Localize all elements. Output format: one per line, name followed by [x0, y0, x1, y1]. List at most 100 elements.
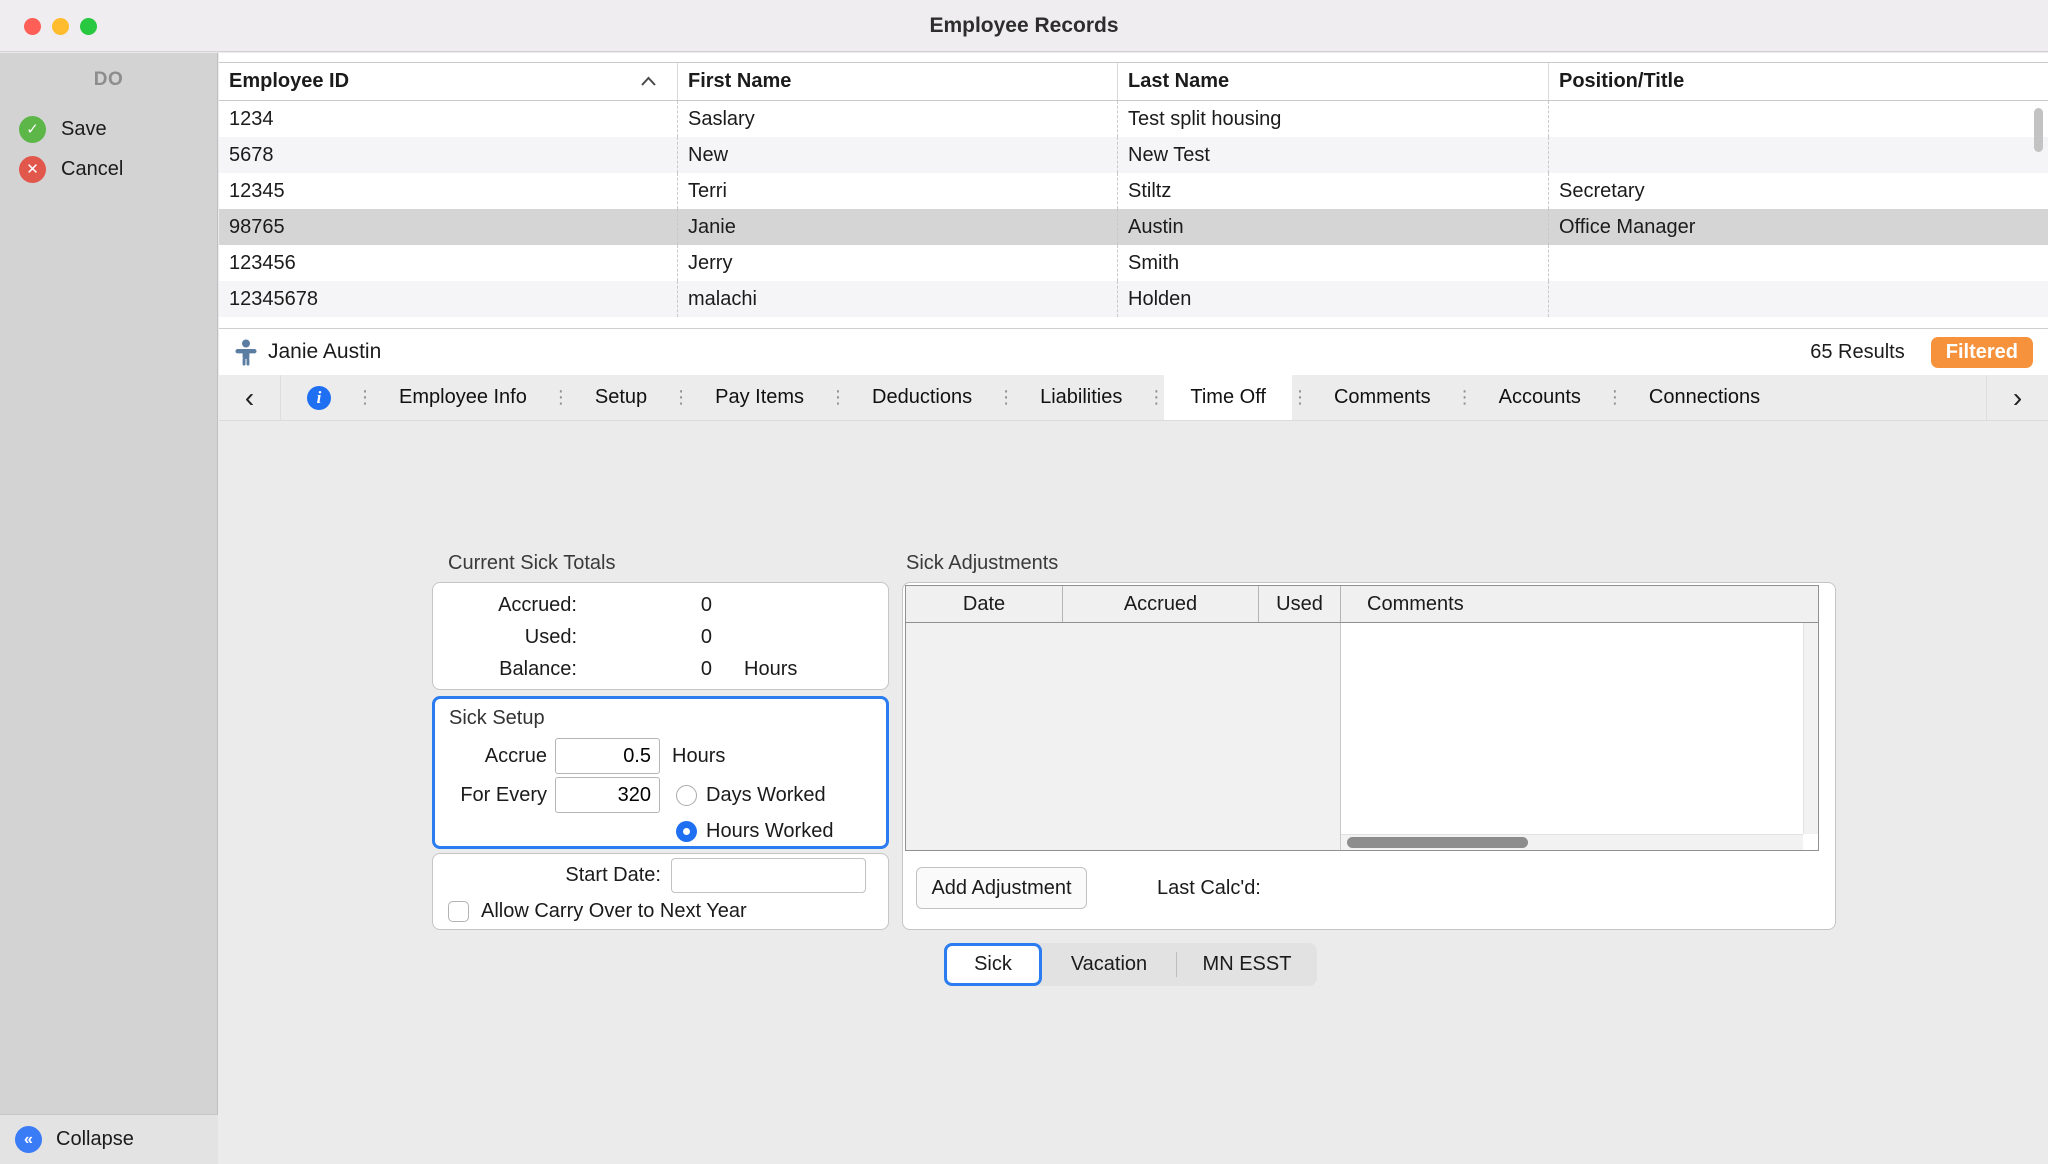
cancel-x-icon: ✕	[19, 155, 46, 183]
cancel-label: Cancel	[61, 157, 124, 180]
add-adjustment-button[interactable]: Add Adjustment	[916, 867, 1087, 909]
adjustments-column-comments: Comments	[1367, 592, 1464, 615]
totals-unit: Hours	[744, 657, 798, 680]
for-every-input[interactable]	[555, 777, 660, 813]
tab-handle-icon[interactable]: ⋮	[672, 375, 690, 420]
table-row[interactable]: 123456 Jerry Smith	[219, 245, 2048, 281]
table-cell: Saslary	[678, 101, 1118, 137]
totals-label: Used:	[524, 625, 577, 648]
minimize-window-button[interactable]	[52, 18, 69, 35]
tab-accounts[interactable]: Accounts	[1473, 375, 1607, 420]
table-cell: Holden	[1118, 281, 1549, 317]
tab-label: Accounts	[1498, 386, 1581, 408]
table-cell: 1234	[219, 101, 678, 137]
time-off-panel: Current Sick Totals Accrued: 0 Used: 0 B…	[219, 421, 2048, 1164]
for-every-row: For Every Days Worked	[435, 777, 886, 813]
table-cell: 98765	[219, 209, 678, 245]
totals-value: 0	[700, 593, 712, 616]
table-row[interactable]: 5678 New New Test	[219, 137, 2048, 173]
days-worked-radio[interactable]	[676, 784, 697, 806]
collapse-button[interactable]: « Collapse	[0, 1114, 218, 1164]
horizontal-scrollbar-thumb[interactable]	[1347, 837, 1528, 848]
tab-comments[interactable]: Comments	[1308, 375, 1457, 420]
column-header-last-name[interactable]: Last Name	[1118, 63, 1549, 100]
do-header: DO	[93, 69, 124, 90]
tab-handle-icon[interactable]: ⋮	[997, 375, 1015, 420]
last-calcd-label: Last Calc'd:	[1157, 876, 1261, 899]
table-row[interactable]: 12345 Terri Stiltz Secretary	[219, 173, 2048, 209]
adjustments-comments-area[interactable]	[1341, 623, 1818, 850]
close-window-button[interactable]	[24, 18, 41, 35]
tab-mn-esst[interactable]: MN ESST	[1177, 943, 1317, 986]
selected-employee-name: Janie Austin	[268, 340, 382, 363]
current-sick-totals-box: Accrued: 0 Used: 0 Balance: 0 Hours	[432, 582, 889, 690]
tab-handle-icon[interactable]: ⋮	[1291, 375, 1309, 420]
start-date-label: Start Date:	[565, 864, 661, 886]
tab-employee-info[interactable]: Employee Info	[373, 375, 553, 420]
table-row[interactable]: 1234 Saslary Test split housing	[219, 101, 2048, 137]
table-row-selected[interactable]: 98765 Janie Austin Office Manager	[219, 209, 2048, 245]
accrue-unit-label: Hours	[672, 744, 726, 767]
tab-setup[interactable]: Setup	[569, 375, 673, 420]
tab-deductions[interactable]: Deductions	[846, 375, 998, 420]
window-title: Employee Records	[929, 13, 1119, 37]
employee-table-body: 1234 Saslary Test split housing 5678 New…	[219, 101, 2048, 317]
tab-label: Connections	[1648, 386, 1761, 408]
employee-table: Employee ID First Name Last Name Positio…	[219, 53, 2048, 328]
tabs-scroll-left-button[interactable]: ‹	[219, 375, 281, 420]
column-header-employee-id[interactable]: Employee ID	[219, 63, 678, 100]
table-row[interactable]: 12345678 malachi Holden	[219, 281, 2048, 317]
save-label: Save	[61, 117, 107, 140]
employee-table-header: Employee ID First Name Last Name Positio…	[219, 62, 2048, 101]
time-off-category-tabs: Sick Vacation MN ESST	[944, 943, 1317, 986]
sick-adjustments-box: Date Accrued Used Comments Add Adjustmen…	[902, 582, 1836, 930]
collapse-icon: «	[15, 1126, 42, 1153]
comments-horizontal-scrollbar[interactable]	[1341, 834, 1803, 850]
start-date-box: Start Date: Allow Carry Over to Next Yea…	[432, 853, 889, 930]
carry-over-checkbox[interactable]	[448, 901, 469, 922]
record-bar: Janie Austin 65 Results Filtered	[219, 328, 2048, 375]
tab-handle-icon[interactable]: ⋮	[829, 375, 847, 420]
tab-time-off[interactable]: Time Off	[1164, 375, 1292, 420]
tab-label: Deductions	[872, 386, 973, 408]
tab-sick[interactable]: Sick	[944, 943, 1042, 986]
column-header-position-title[interactable]: Position/Title	[1549, 63, 2048, 100]
save-button[interactable]: ✓ Save	[0, 109, 217, 149]
tab-pay-items[interactable]: Pay Items	[689, 375, 830, 420]
tab-info[interactable]: i	[281, 375, 357, 420]
tab-handle-icon[interactable]: ⋮	[552, 375, 570, 420]
table-cell	[1549, 137, 2048, 173]
hours-worked-radio[interactable]	[676, 820, 697, 842]
adjustments-table: Date Accrued Used Comments	[905, 585, 1819, 851]
totals-label: Balance:	[499, 657, 577, 680]
tab-vacation[interactable]: Vacation	[1042, 943, 1176, 986]
cancel-button[interactable]: ✕ Cancel	[0, 149, 217, 189]
filtered-badge[interactable]: Filtered	[1930, 336, 2033, 368]
tab-connections[interactable]: Connections	[1623, 375, 1786, 420]
accrue-hours-input[interactable]	[555, 738, 660, 774]
person-icon	[235, 339, 257, 365]
tabs-scroll-right-button[interactable]: ›	[1986, 375, 2048, 420]
collapse-label: Collapse	[56, 1128, 134, 1150]
zoom-window-button[interactable]	[80, 18, 97, 35]
accrue-label: Accrue	[484, 744, 547, 767]
tab-handle-icon[interactable]: ⋮	[1456, 375, 1474, 420]
title-bar: Employee Records	[0, 0, 2048, 52]
table-cell: Terri	[678, 173, 1118, 209]
sick-setup-box: Sick Setup Accrue Hours For Every Days W…	[432, 696, 889, 849]
column-label: Last Name	[1128, 70, 1230, 92]
column-header-first-name[interactable]: First Name	[678, 63, 1118, 100]
table-cell: New	[678, 137, 1118, 173]
comments-vertical-scrollbar[interactable]	[1803, 623, 1818, 834]
start-date-input[interactable]	[671, 858, 866, 893]
tab-handle-icon[interactable]: ⋮	[1147, 375, 1165, 420]
table-scrollbar-thumb[interactable]	[2034, 108, 2043, 152]
tab-handle-icon[interactable]: ⋮	[356, 375, 374, 420]
tab-handle-icon[interactable]: ⋮	[1606, 375, 1624, 420]
adjustments-table-body	[906, 623, 1818, 850]
adjustments-column-used: Used	[1259, 586, 1341, 622]
tab-liabilities[interactable]: Liabilities	[1014, 375, 1148, 420]
totals-label: Accrued:	[498, 593, 577, 616]
carry-over-label: Allow Carry Over to Next Year	[481, 900, 747, 922]
